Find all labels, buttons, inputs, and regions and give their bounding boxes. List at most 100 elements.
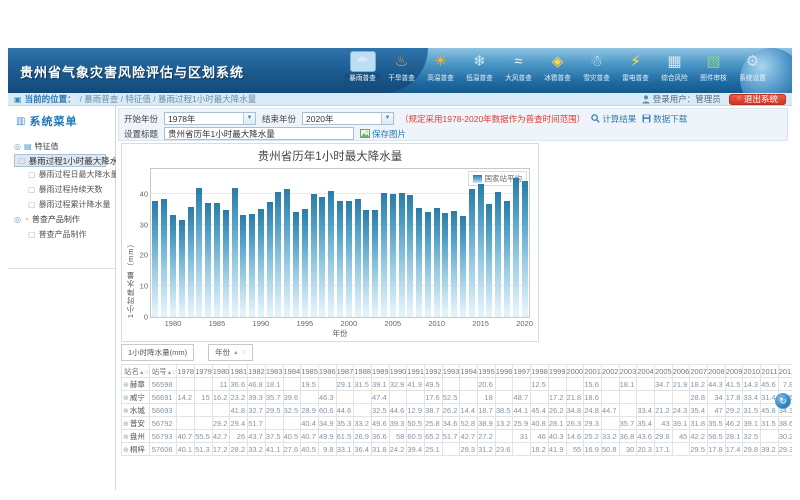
float-refresh-button[interactable]: ↻ <box>775 393 791 409</box>
value-cell: 40.7 <box>301 430 319 443</box>
toolbar-low-temp-survey[interactable]: ❄低温普查 <box>461 51 498 83</box>
year-column-header: 2012 <box>778 365 792 378</box>
value-cell: 44.6 <box>389 404 407 417</box>
map-review-icon: ▧ <box>701 51 727 72</box>
group-icon: ▤ <box>24 142 32 151</box>
group-label: 特征值 <box>35 141 59 152</box>
value-cell: 39.3 <box>389 417 407 430</box>
sidebar-group-1[interactable]: ◎◔普查产品制作 <box>14 212 113 227</box>
sidebar-group-0[interactable]: ◎▤特征值 <box>14 139 113 154</box>
year-column-header: 2007 <box>690 365 708 378</box>
page-icon: ▢ <box>18 156 26 165</box>
start-year-select[interactable]: 1978年 ▼ <box>164 112 256 125</box>
header-icon-bar: ☂暴雨普查♨干旱普查☀高温普查❄低温普查≈大风普查◈冰雹普查☃雪灾普查⚡雷电普查… <box>344 51 771 83</box>
value-cell: 26.2 <box>548 404 566 417</box>
sidebar-item[interactable]: ▢普查产品制作 <box>14 227 113 242</box>
value-cell: 28.9 <box>301 404 319 417</box>
toolbar-drought-survey[interactable]: ♨干旱普查 <box>383 51 420 83</box>
logout-button[interactable]: ○ 退出系统 <box>729 94 786 105</box>
station-name-cell: ⊕水城 <box>122 404 150 417</box>
value-cell: 9.8 <box>318 443 336 456</box>
sort-desc-icon[interactable]: ▽ <box>242 350 246 356</box>
row-expander-icon[interactable]: ⊕ <box>123 408 129 415</box>
year-column-header: 1999 <box>548 365 566 378</box>
row-expander-icon[interactable]: ⊕ <box>123 395 129 402</box>
toolbar-label: 雪灾普查 <box>579 73 614 83</box>
value-cell: 21.8 <box>566 391 584 404</box>
sort-asc-icon[interactable]: ▲ <box>233 350 238 356</box>
toolbar-wind-survey[interactable]: ≈大风普查 <box>500 51 537 83</box>
value-cell: 60.6 <box>318 404 336 417</box>
row-expander-icon[interactable]: ⊕ <box>123 382 129 389</box>
year-column-header: 1995 <box>478 365 496 378</box>
value-cell: 38.7 <box>425 404 443 417</box>
y-tick-label: 40 <box>140 189 148 198</box>
value-cell <box>265 417 283 430</box>
year-column-header: 2002 <box>601 365 619 378</box>
toolbar-label: 冰雹普查 <box>540 73 575 83</box>
toolbar-comprehensive-risk[interactable]: ▦综合风险 <box>656 51 693 83</box>
value-cell: 40.1 <box>177 443 195 456</box>
toolbar-high-temp-survey[interactable]: ☀高温普查 <box>422 51 459 83</box>
year-column-header: 1996 <box>495 365 513 378</box>
value-cell: 33.2 <box>354 417 372 430</box>
expander-icon[interactable]: ◎ <box>14 215 21 224</box>
value-cell: 19.5 <box>301 378 319 391</box>
value-cell: 33.4 <box>637 404 655 417</box>
snow-survey-icon: ☃ <box>584 51 610 72</box>
measure-field-box[interactable]: 1小时降水量(mm) <box>121 344 194 361</box>
chart-title-input[interactable] <box>164 127 354 140</box>
range-note: （规定采用1978-2020年数据作为普查时间范围） <box>400 113 585 125</box>
toolbar-map-review[interactable]: ▧图件审核 <box>695 51 732 83</box>
sidebar-item[interactable]: ▢暴雨过程持续天数 <box>14 182 113 197</box>
chevron-down-icon: ▼ <box>381 113 393 124</box>
sidebar-item[interactable]: ▢暴雨过程累计降水量 <box>14 197 113 212</box>
bar-1994 <box>293 212 299 317</box>
save-disk-icon <box>642 114 651 123</box>
toolbar-snow-survey[interactable]: ☃雪灾普查 <box>578 51 615 83</box>
value-cell: 44.3 <box>708 378 726 391</box>
row-expander-icon[interactable]: ⊕ <box>123 434 129 441</box>
toolbar-rainstorm-survey[interactable]: ☂暴雨普查 <box>344 51 381 83</box>
x-tick-label: 1980 <box>165 319 182 328</box>
high-temp-survey-icon: ☀ <box>428 51 454 72</box>
download-button[interactable]: 数据下载 <box>642 113 687 125</box>
value-cell: 31.5 <box>743 404 761 417</box>
sidebar-item[interactable]: ▢暴雨过程日最大降水量 <box>14 167 113 182</box>
row-expander-icon[interactable]: ⊕ <box>123 421 129 428</box>
value-cell: 31.8 <box>371 443 389 456</box>
bar-1979 <box>161 199 167 317</box>
x-tick-label: 1990 <box>253 319 270 328</box>
value-cell: 34.9 <box>318 417 336 430</box>
year-column-header: 1988 <box>354 365 372 378</box>
value-cell <box>177 378 195 391</box>
expander-icon[interactable]: ◎ <box>14 142 21 151</box>
value-cell: 51.7 <box>442 430 460 443</box>
year-column-header: 1985 <box>301 365 319 378</box>
value-cell <box>672 443 690 456</box>
end-year-select[interactable]: 2020年 ▼ <box>302 112 394 125</box>
toolbar-lightning-survey[interactable]: ⚡雷电普查 <box>617 51 654 83</box>
sidebar-item[interactable]: ▢暴雨过程1小时最大降水量 <box>14 154 106 167</box>
y-tick-label: 30 <box>140 220 148 229</box>
bar-2020 <box>522 181 528 317</box>
station-id-header[interactable]: 站号▲▽ <box>149 365 177 378</box>
value-cell <box>336 391 354 404</box>
value-cell: 35.4 <box>637 417 655 430</box>
value-cell: 27.6 <box>283 443 301 456</box>
value-cell: 38.5 <box>495 404 513 417</box>
toolbar-label: 系统设置 <box>735 73 770 83</box>
value-cell: 31.5 <box>761 417 779 430</box>
value-cell: 29.1 <box>336 378 354 391</box>
bar-1990 <box>258 209 264 317</box>
toolbar-hail-survey[interactable]: ◈冰雹普查 <box>539 51 576 83</box>
station-name-header[interactable]: 站名▲▽ <box>122 365 150 378</box>
row-expander-icon[interactable]: ⊕ <box>123 447 129 454</box>
toolbar-system-settings[interactable]: ⚙系统设置 <box>734 51 771 83</box>
year-field-box[interactable]: 年份 ▲ ▽ <box>208 344 253 361</box>
calculate-button[interactable]: 计算结果 <box>591 113 636 125</box>
value-cell: 34.8 <box>566 404 584 417</box>
value-cell <box>495 391 513 404</box>
year-column-header: 1984 <box>283 365 301 378</box>
save-image-button[interactable]: 保存图片 <box>360 128 406 140</box>
